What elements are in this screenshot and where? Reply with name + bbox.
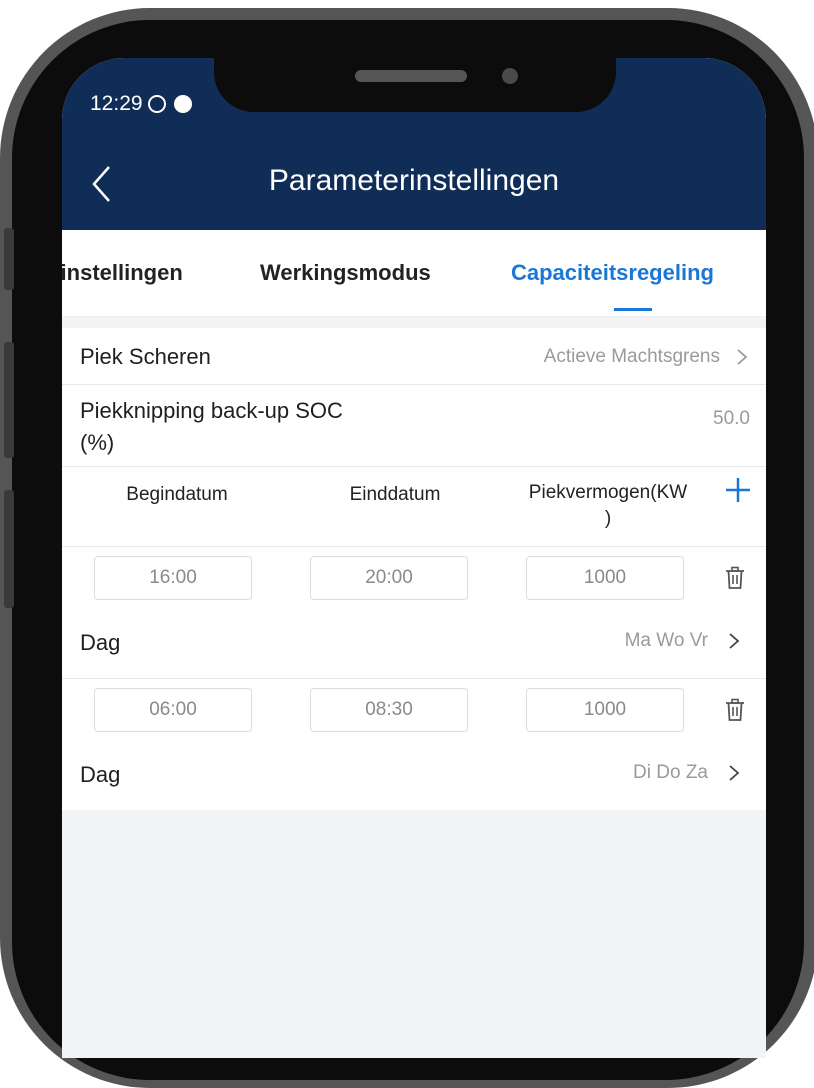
settings-card: Piek Scheren Actieve Machtsgrens Piekkni…: [62, 328, 766, 810]
end-time-input[interactable]: 08:30: [310, 688, 468, 732]
divider: [62, 678, 766, 679]
page-title: Parameterinstellingen: [268, 164, 560, 197]
speaker-grille: [355, 70, 467, 82]
tab-capaciteitsregeling[interactable]: Capaciteitsregeling: [511, 260, 714, 286]
divider: [62, 546, 766, 547]
trash-icon[interactable]: [724, 566, 746, 590]
backup-soc-unit: (%): [80, 430, 115, 455]
start-time-input[interactable]: 06:00: [94, 688, 252, 732]
side-button-bottom: [4, 490, 14, 608]
days-value[interactable]: Ma Wo Vr: [625, 630, 708, 652]
chevron-right-icon[interactable]: [728, 632, 740, 650]
side-button-top: [4, 228, 14, 290]
start-time-input[interactable]: 16:00: [94, 556, 252, 600]
backup-soc-value[interactable]: 50.0: [713, 408, 750, 430]
trash-icon[interactable]: [724, 698, 746, 722]
column-header-piekvermogen-unit: ): [604, 508, 612, 529]
tab-werkingsmodus[interactable]: Werkingsmodus: [260, 260, 431, 286]
column-header-piekvermogen: Piekvermogen(KW: [528, 482, 688, 503]
chevron-right-icon[interactable]: [728, 764, 740, 782]
tab-parameterinstellingen[interactable]: rinstellingen: [62, 260, 183, 286]
whatsapp-icon: [148, 95, 166, 113]
tab-bar: rinstellingen Werkingsmodus Capaciteitsr…: [62, 230, 766, 317]
add-row-icon[interactable]: [724, 476, 752, 504]
day-label: Dag: [80, 630, 121, 655]
status-time: 12:29: [90, 92, 143, 115]
active-tab-indicator: [614, 308, 652, 311]
divider: [62, 466, 766, 467]
column-header-einddatum: Einddatum: [349, 484, 441, 505]
peak-shaving-label: Piek Scheren: [80, 344, 211, 369]
peak-power-input[interactable]: 1000: [526, 556, 684, 600]
backup-soc-label: Piekknipping back-up SOC: [80, 398, 343, 423]
peak-power-input[interactable]: 1000: [526, 688, 684, 732]
chevron-right-icon[interactable]: [736, 348, 748, 366]
day-label: Dag: [80, 762, 121, 787]
front-camera: [502, 68, 518, 84]
column-header-begindatum: Begindatum: [126, 484, 228, 505]
end-time-input[interactable]: 20:00: [310, 556, 468, 600]
app-screen: 12:29 Parameterinstellingen rinstellinge…: [62, 58, 766, 1058]
app-notification-icon: [174, 95, 192, 113]
side-button-middle: [4, 342, 14, 458]
days-value[interactable]: Di Do Za: [633, 762, 708, 784]
peak-shaving-value[interactable]: Actieve Machtsgrens: [544, 346, 720, 368]
divider: [62, 384, 766, 385]
